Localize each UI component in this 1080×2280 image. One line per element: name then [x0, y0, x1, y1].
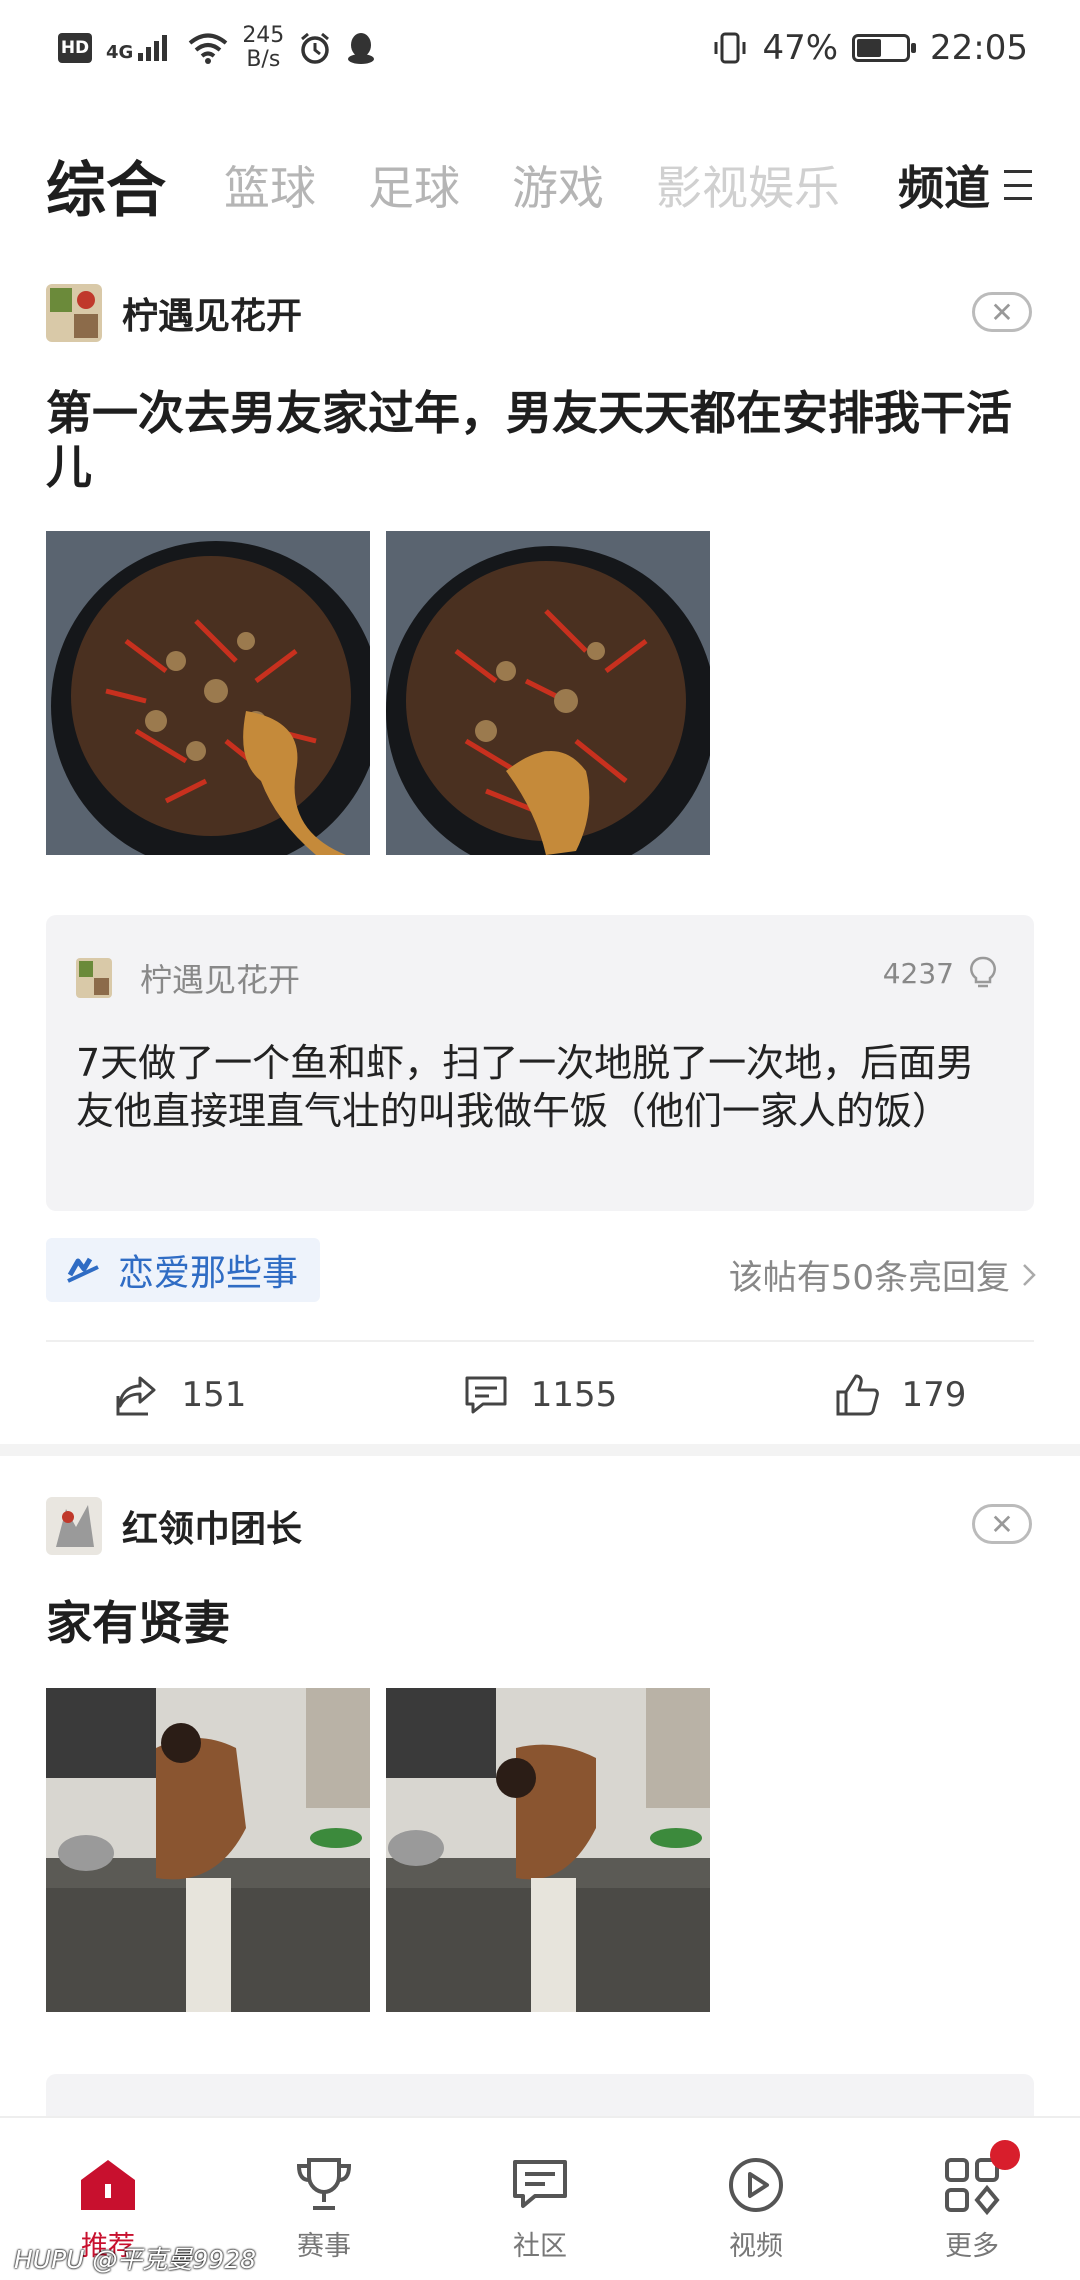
play-circle-icon: [729, 2158, 783, 2212]
home-icon: [81, 2160, 135, 2210]
post-image[interactable]: [386, 1688, 710, 2012]
hot-reply-card[interactable]: 柠遇见花开 4237 7天做了一个鱼和虾，扫了一次地脱了一次地，后面男友他直接理…: [46, 915, 1034, 1211]
share-button[interactable]: 151: [0, 1340, 360, 1450]
nav-label: 更多: [945, 2231, 999, 2262]
post-title[interactable]: 第一次去男友家过年，男友天天都在安排我干活儿: [46, 386, 1036, 494]
nav-more[interactable]: 更多: [864, 2118, 1080, 2280]
nav-label: 赛事: [297, 2231, 351, 2262]
hot-reply-header: 柠遇见花开: [76, 955, 300, 1001]
nav-community[interactable]: 社区: [432, 2118, 648, 2280]
post-header: 柠遇见花开: [46, 283, 302, 343]
author-name[interactable]: 红领巾团长: [122, 1500, 302, 1552]
chevron-right-icon: [1023, 1263, 1036, 1286]
comment-count: 1155: [530, 1375, 618, 1415]
topic-tag[interactable]: 恋爱那些事: [46, 1238, 321, 1302]
post-image[interactable]: [386, 531, 710, 855]
author-avatar[interactable]: [46, 1497, 102, 1555]
nav-label: 视频: [729, 2231, 783, 2262]
like-button[interactable]: 179: [720, 1340, 1080, 1450]
topic-icon: [67, 1257, 99, 1283]
reply-text: 7天做了一个鱼和虾，扫了一次地脱了一次地，后面男友他直接理直气壮的叫我做午饭（他…: [76, 1041, 975, 1133]
feed-separator: [0, 1444, 1080, 1456]
like-count: 179: [901, 1375, 967, 1415]
reply-count-link[interactable]: 该帖有50条亮回复: [729, 1250, 1036, 1299]
watermark: HUPU @平克曼9928: [14, 2245, 257, 2274]
reply-count-text: 该帖有50条亮回复: [728, 1258, 1010, 1298]
reply-author[interactable]: 柠遇见花开: [140, 955, 300, 1001]
post-images: [46, 1688, 710, 2012]
reply-like-count: 4237: [882, 956, 954, 990]
comment-button[interactable]: 1155: [360, 1340, 720, 1450]
nav-video[interactable]: 视频: [648, 2118, 864, 2280]
dismiss-post-button[interactable]: ✕: [972, 292, 1032, 332]
thumbs-up-icon: [836, 1374, 879, 1416]
chat-icon: [513, 2160, 567, 2208]
post-images: [46, 531, 710, 855]
topic-label: 恋爱那些事: [118, 1253, 299, 1294]
notification-dot: [990, 2140, 1020, 2170]
author-avatar[interactable]: [46, 284, 102, 342]
post-image[interactable]: [46, 1688, 370, 2012]
post-title[interactable]: 家有贤妻: [46, 1596, 1036, 1650]
trophy-icon: [296, 2158, 352, 2210]
feed-post[interactable]: 红领巾团长 ✕ 家有贤妻: [0, 1456, 1080, 2134]
author-name[interactable]: 柠遇见花开: [122, 287, 302, 339]
share-count: 151: [181, 1375, 247, 1415]
feed-post[interactable]: 柠遇见花开 ✕ 第一次去男友家过年，男友天天都在安排我干活儿 柠遇见花开 423…: [0, 0, 1080, 1450]
share-icon: [116, 1376, 156, 1416]
reply-like-button[interactable]: 4237: [883, 955, 998, 991]
post-actions: 151 1155 179: [0, 1340, 1080, 1450]
comment-icon: [465, 1376, 507, 1414]
lightbulb-icon: [970, 956, 996, 988]
post-header: 红领巾团长: [46, 1496, 302, 1556]
post-image[interactable]: [46, 531, 370, 855]
nav-label: 社区: [513, 2231, 567, 2262]
dismiss-post-button[interactable]: ✕: [972, 1504, 1032, 1544]
reply-avatar[interactable]: [76, 958, 112, 998]
